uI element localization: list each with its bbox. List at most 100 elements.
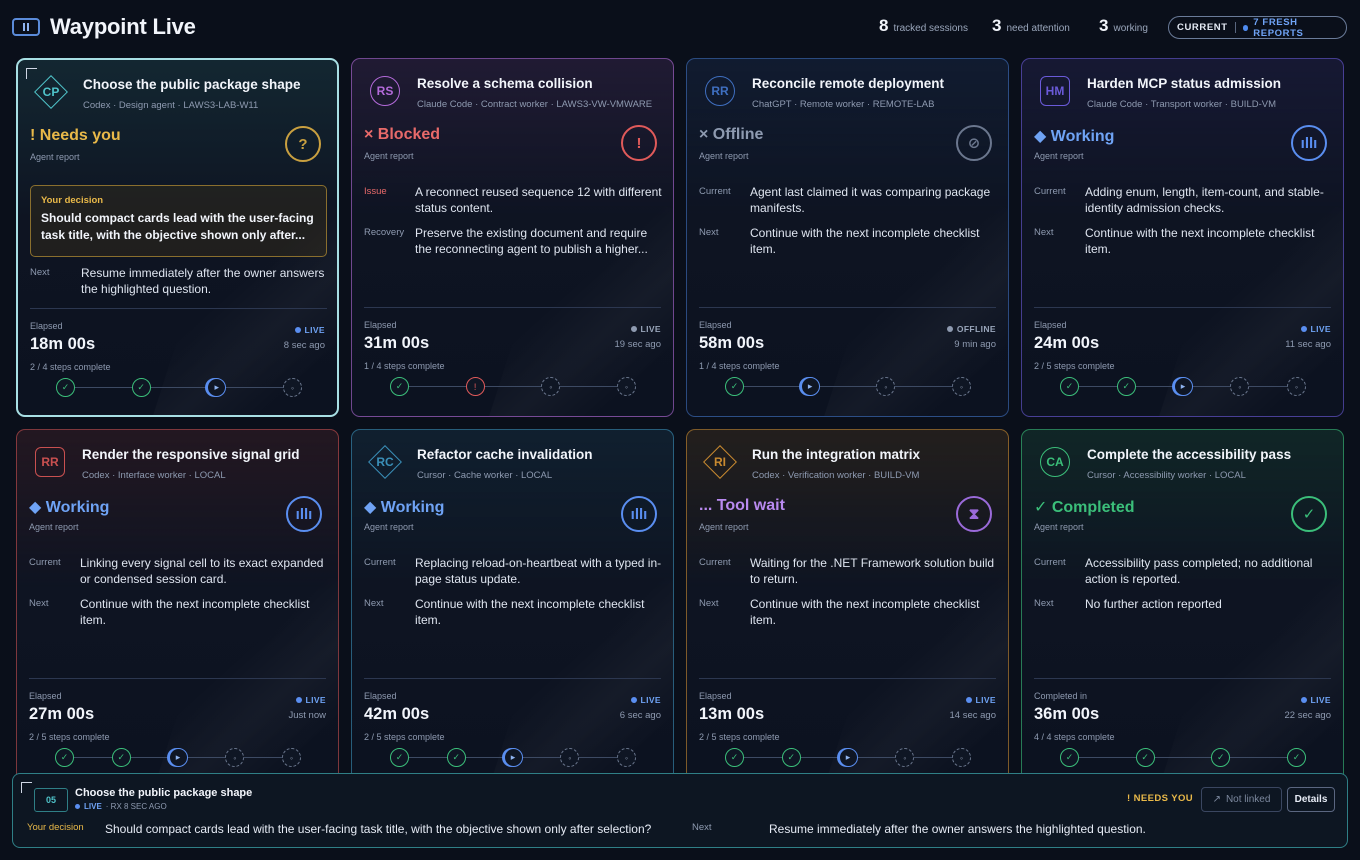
- elapsed-label: Elapsed: [29, 691, 62, 701]
- session-card[interactable]: CA Complete the accessibility pass Curso…: [1021, 429, 1344, 788]
- detail-row: Next Continue with the next incomplete c…: [364, 596, 664, 628]
- row-label: Current: [699, 557, 731, 568]
- card-subtitle: ChatGPT · Remote worker · REMOTE-LAB: [752, 99, 935, 110]
- step-track: ✓ ✓ ▸ ◦ ◦: [55, 748, 301, 768]
- card-title[interactable]: Run the integration matrix: [752, 447, 920, 462]
- step-todo-icon: ◦: [617, 377, 636, 396]
- status-label: ◆ Working: [29, 499, 110, 516]
- last-update: 9 min ago: [954, 339, 996, 350]
- steps-progress: 2 / 4 steps complete: [30, 362, 111, 372]
- card-title[interactable]: Harden MCP status admission: [1087, 76, 1281, 91]
- detail-row: Recovery Preserve the existing document …: [364, 225, 664, 257]
- elapsed-value: 18m 00s: [30, 335, 96, 353]
- card-subtitle: Codex · Interface worker · LOCAL: [82, 470, 226, 481]
- step-todo-icon: ◦: [282, 748, 301, 767]
- status-icon: ıllı: [1291, 125, 1327, 161]
- step-todo-icon: ◦: [952, 748, 971, 767]
- session-card[interactable]: RR Render the responsive signal grid Cod…: [16, 429, 339, 788]
- agent-avatar: CP: [36, 77, 66, 107]
- elapsed-label: Elapsed: [30, 321, 63, 331]
- decision-text: Should compact cards lead with the user-…: [41, 211, 314, 242]
- step-todo-icon: ◦: [1287, 377, 1306, 396]
- row-label: Current: [699, 186, 731, 197]
- row-text: Continue with the next incomplete checkl…: [750, 597, 980, 627]
- row-label: Next: [364, 598, 384, 609]
- live-dot-icon: [1300, 697, 1307, 703]
- decision-box[interactable]: Your decision Should compact cards lead …: [30, 185, 327, 257]
- row-text: Continue with the next incomplete checkl…: [750, 226, 980, 256]
- step-done-icon: ✓: [1135, 748, 1155, 767]
- step-todo-icon: ◦: [1230, 377, 1250, 396]
- divider: [1034, 307, 1331, 308]
- session-card[interactable]: RS Resolve a schema collision Claude Cod…: [351, 58, 674, 417]
- session-card[interactable]: RC Refactor cache invalidation Cursor · …: [351, 429, 674, 788]
- session-card[interactable]: CP Choose the public package shape Codex…: [16, 58, 339, 417]
- agent-avatar: CA: [1040, 447, 1070, 477]
- step-active-icon: ▸: [207, 378, 227, 397]
- card-subtitle: Cursor · Cache worker · LOCAL: [417, 470, 553, 481]
- status-label: ◆ Working: [364, 499, 445, 516]
- live-dot-icon: [75, 804, 80, 809]
- elapsed-value: 58m 00s: [699, 334, 765, 352]
- detail-row: Next Continue with the next incomplete c…: [1034, 225, 1334, 257]
- row-label: Issue: [364, 186, 387, 197]
- details-button[interactable]: Details: [1287, 787, 1335, 812]
- decision-label: Your decision: [41, 195, 104, 206]
- divider: [364, 307, 661, 308]
- steps-progress: 2 / 5 steps complete: [29, 732, 110, 742]
- detail-row: Next Continue with the next incomplete c…: [29, 596, 329, 628]
- last-update: 19 sec ago: [614, 339, 661, 350]
- step-track: ✓ ✓ ✓ ✓: [1060, 748, 1306, 768]
- elapsed-value: 42m 00s: [364, 705, 430, 723]
- detail-row: Current Agent last claimed it was compar…: [699, 184, 999, 216]
- session-card[interactable]: RR Reconcile remote deployment ChatGPT ·…: [686, 58, 1009, 417]
- card-title[interactable]: Choose the public package shape: [83, 77, 301, 92]
- session-card[interactable]: HM Harden MCP status admission Claude Co…: [1021, 58, 1344, 417]
- steps-progress: 2 / 5 steps complete: [699, 732, 780, 742]
- step-done-icon: ✓: [131, 378, 151, 397]
- fresh-reports-pill[interactable]: CURRENT 7 FRESH REPORTS: [1168, 16, 1347, 39]
- status-icon: ⊘: [956, 125, 992, 161]
- app-logo-icon: [12, 18, 40, 36]
- steps-progress: 1 / 4 steps complete: [699, 361, 780, 371]
- card-title[interactable]: Complete the accessibility pass: [1087, 447, 1291, 462]
- step-active-icon: ▸: [1173, 377, 1193, 396]
- card-title[interactable]: Reconcile remote deployment: [752, 76, 944, 91]
- step-done-icon: ✓: [55, 748, 74, 767]
- row-label: Next: [1034, 227, 1054, 238]
- next-label: Next: [30, 267, 50, 278]
- row-text: Continue with the next incomplete checkl…: [415, 597, 645, 627]
- elapsed-label: Elapsed: [699, 691, 732, 701]
- elapsed-value: 36m 00s: [1034, 705, 1100, 723]
- step-err-icon: !: [465, 377, 485, 396]
- status-source: Agent report: [1034, 151, 1084, 161]
- decision-label: Your decision: [27, 822, 84, 833]
- session-card[interactable]: RI Run the integration matrix Codex · Ve…: [686, 429, 1009, 788]
- next-text: Resume immediately after the owner answe…: [81, 266, 325, 296]
- agent-avatar: RC: [370, 447, 400, 477]
- step-todo-icon: ◦: [541, 377, 561, 396]
- step-todo-icon: ◦: [895, 748, 915, 767]
- elapsed-label: Elapsed: [364, 320, 397, 330]
- card-title[interactable]: Refactor cache invalidation: [417, 447, 593, 462]
- live-indicator: LIVE: [294, 325, 326, 335]
- card-subtitle: Cursor · Accessibility worker · LOCAL: [1087, 470, 1246, 481]
- live-indicator: LIVE: [1300, 695, 1332, 705]
- not-linked-button[interactable]: ↗ Not linked: [1201, 787, 1282, 812]
- agent-avatar: RR: [35, 447, 65, 477]
- row-label: Recovery: [364, 227, 405, 238]
- next-label: Next: [692, 822, 712, 833]
- card-title[interactable]: Render the responsive signal grid: [82, 447, 300, 462]
- row-label: Current: [1034, 557, 1066, 568]
- live-indicator: LIVE: [965, 695, 997, 705]
- step-done-icon: ✓: [1116, 377, 1136, 396]
- last-update: 11 sec ago: [1285, 339, 1331, 350]
- selected-session-bar[interactable]: 05 Choose the public package shape LIVE ·…: [12, 773, 1348, 848]
- row-text: Agent last claimed it was comparing pack…: [750, 185, 991, 215]
- steps-progress: 2 / 5 steps complete: [364, 732, 445, 742]
- row-text: No further action reported: [1085, 597, 1222, 611]
- divider: [1034, 678, 1331, 679]
- detail-row: Next Continue with the next incomplete c…: [699, 596, 999, 628]
- step-done-icon: ✓: [1287, 748, 1306, 767]
- card-title[interactable]: Resolve a schema collision: [417, 76, 593, 91]
